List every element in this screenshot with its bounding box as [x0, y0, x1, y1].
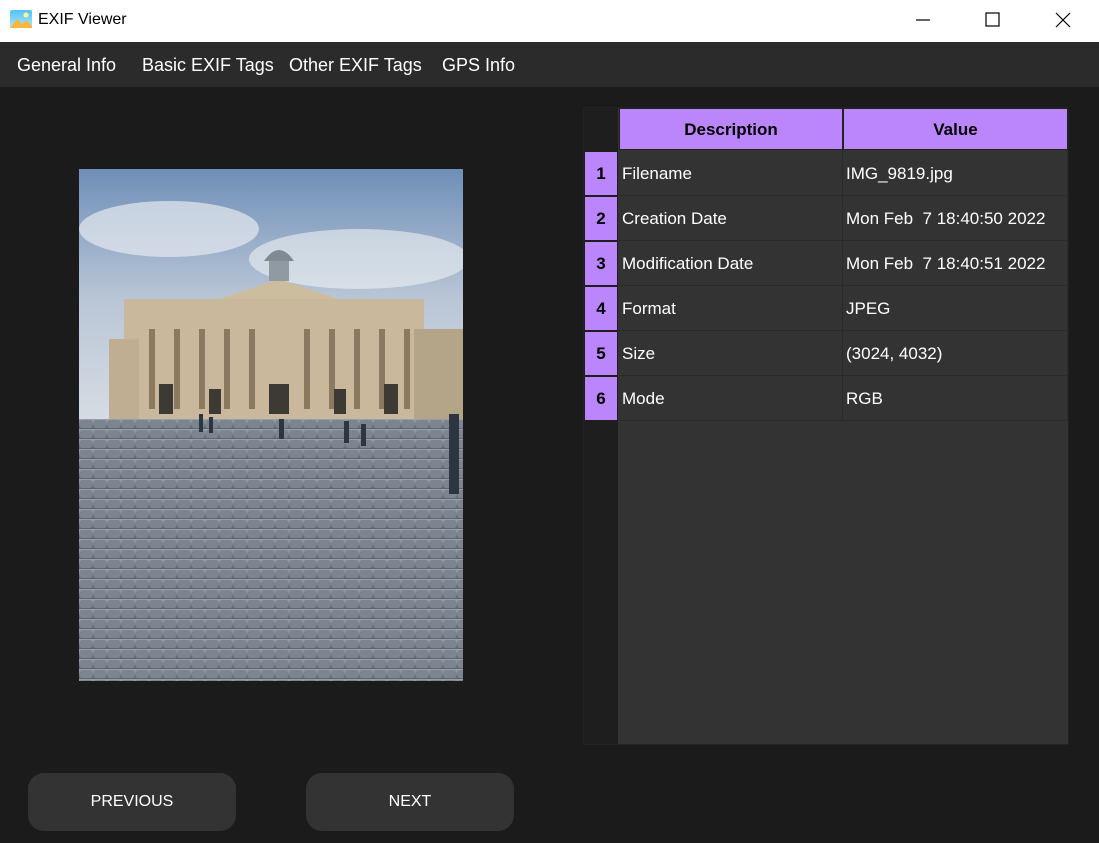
description-cell[interactable]: Creation Date — [619, 196, 843, 241]
value-cell[interactable]: IMG_9819.jpg — [843, 151, 1068, 196]
column-header-value[interactable]: Value — [843, 108, 1068, 150]
column-header-description[interactable]: Description — [619, 108, 843, 150]
window-title: EXIF Viewer — [38, 11, 127, 28]
value-cell[interactable]: Mon Feb 7 18:40:50 2022 — [843, 196, 1068, 241]
description-cell[interactable]: Mode — [619, 376, 843, 421]
value-cell[interactable]: Mon Feb 7 18:40:51 2022 — [843, 241, 1068, 286]
value-cell[interactable]: JPEG — [843, 286, 1068, 331]
row-header[interactable]: 2 — [585, 197, 617, 240]
table-row[interactable]: 5 Size (3024, 4032) — [584, 331, 1068, 376]
row-header[interactable]: 6 — [585, 377, 617, 420]
table-row[interactable]: 6 Mode RGB — [584, 376, 1068, 421]
table-row[interactable]: 1 Filename IMG_9819.jpg — [584, 151, 1068, 196]
menu-gps-info[interactable]: GPS Info — [442, 55, 515, 76]
value-cell[interactable]: RGB — [843, 376, 1068, 421]
row-header[interactable]: 4 — [585, 287, 617, 330]
description-cell[interactable]: Format — [619, 286, 843, 331]
menu-other-exif-tags[interactable]: Other EXIF Tags — [289, 55, 422, 76]
value-cell[interactable]: (3024, 4032) — [843, 331, 1068, 376]
menu-basic-exif-tags[interactable]: Basic EXIF Tags — [142, 55, 274, 76]
row-header[interactable]: 3 — [585, 242, 617, 285]
photo-preview — [79, 169, 463, 681]
title-bar: EXIF Viewer — [0, 0, 1099, 42]
next-button[interactable]: NEXT — [306, 773, 514, 831]
maximize-icon — [985, 12, 1000, 27]
description-cell[interactable]: Size — [619, 331, 843, 376]
minimize-button[interactable] — [888, 0, 958, 42]
table-row[interactable]: 2 Creation Date Mon Feb 7 18:40:50 2022 — [584, 196, 1068, 241]
table-row[interactable]: 3 Modification Date Mon Feb 7 18:40:51 2… — [584, 241, 1068, 286]
maximize-button[interactable] — [958, 0, 1028, 42]
close-icon — [1055, 12, 1071, 28]
row-header[interactable]: 5 — [585, 332, 617, 375]
menu-general-info[interactable]: General Info — [17, 55, 116, 76]
close-button[interactable] — [1028, 0, 1098, 42]
description-cell[interactable]: Filename — [619, 151, 843, 196]
row-header[interactable]: 1 — [585, 152, 617, 195]
description-cell[interactable]: Modification Date — [619, 241, 843, 286]
minimize-icon — [916, 19, 930, 21]
previous-button[interactable]: PREVIOUS — [28, 773, 236, 831]
table-row[interactable]: 4 Format JPEG — [584, 286, 1068, 331]
app-image-icon — [10, 10, 32, 28]
exif-table: Description Value 1 Filename IMG_9819.jp… — [583, 107, 1069, 745]
menu-bar: General Info Basic EXIF Tags Other EXIF … — [0, 42, 1099, 87]
